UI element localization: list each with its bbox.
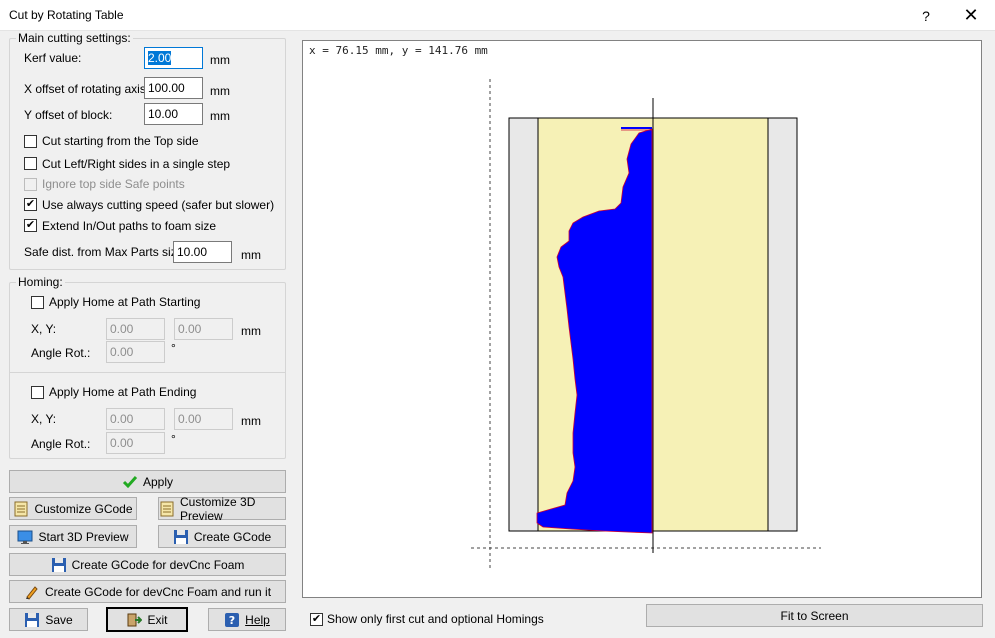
home-end-x-input[interactable]: 0.00	[106, 408, 165, 430]
safe-dist-unit: mm	[241, 248, 261, 262]
create-devcnc-button[interactable]: Create GCode for devCnc Foam	[9, 553, 286, 576]
main-settings-group	[9, 38, 286, 270]
customize-3d-button[interactable]: Customize 3D Preview	[158, 494, 286, 523]
home-end-xy-label: X, Y:	[31, 412, 57, 426]
cut-leftright-checkbox[interactable]	[24, 157, 37, 170]
cut-top-label: Cut starting from the Top side	[42, 134, 199, 148]
home-end-checkbox[interactable]	[31, 386, 44, 399]
homing-legend: Homing:	[16, 275, 65, 289]
window-title: Cut by Rotating Table	[9, 8, 124, 22]
floppy-icon	[173, 529, 188, 544]
kerf-unit: mm	[210, 53, 230, 67]
title-bar: Cut by Rotating Table ? ✕	[0, 0, 995, 31]
home-end-angle-label: Angle Rot.:	[31, 437, 91, 451]
extend-paths-checkbox[interactable]: ✔	[24, 219, 37, 232]
show-first-label: Show only first cut and optional Homings	[327, 612, 544, 626]
start-3d-button[interactable]: Start 3D Preview	[9, 525, 137, 548]
cutting-speed-label: Use always cutting speed (safer but slow…	[42, 198, 275, 212]
x-offset-unit: mm	[210, 84, 230, 98]
main-settings-legend: Main cutting settings:	[16, 31, 133, 45]
kerf-value: 2.00	[148, 51, 172, 65]
preview-canvas[interactable]: x = 76.15 mm, y = 141.76 mm	[302, 40, 982, 598]
create-gcode-label: Create GCode	[193, 529, 272, 544]
home-end-unit: mm	[241, 414, 261, 428]
homing-divider	[9, 372, 286, 373]
cut-preview-drawing	[471, 79, 821, 571]
home-start-unit: mm	[241, 324, 261, 338]
customize-gcode-label: Customize GCode	[34, 501, 133, 516]
kerf-input[interactable]: 2.00	[144, 47, 203, 69]
create-devcnc-label: Create GCode for devCnc Foam	[71, 557, 245, 572]
create-gcode-button[interactable]: Create GCode	[158, 525, 286, 548]
floppy-icon	[25, 612, 40, 627]
home-start-x-input[interactable]: 0.00	[106, 318, 165, 340]
home-end-y-input[interactable]: 0.00	[174, 408, 233, 430]
check-icon	[122, 475, 138, 488]
ignore-safe-checkbox[interactable]	[24, 178, 37, 191]
home-start-checkbox[interactable]	[31, 296, 44, 309]
x-offset-label: X offset of rotating axis:	[24, 82, 150, 96]
home-start-angle-input[interactable]: 0.00	[106, 341, 165, 363]
svg-text:?: ?	[229, 614, 235, 627]
help-label: Help	[245, 612, 270, 627]
close-button[interactable]: ✕	[948, 0, 994, 31]
pencil-icon	[25, 585, 38, 600]
y-offset-input[interactable]: 10.00	[144, 103, 203, 125]
cutting-speed-checkbox[interactable]: ✔	[24, 198, 37, 211]
home-end-angle-input[interactable]: 0.00	[106, 432, 165, 454]
kerf-label: Kerf value:	[24, 51, 82, 65]
create-devcnc-run-button[interactable]: Create GCode for devCnc Foam and run it	[9, 580, 286, 603]
customize-gcode-button[interactable]: Customize GCode	[9, 497, 137, 520]
safe-dist-input[interactable]: 10.00	[173, 241, 232, 263]
extend-paths-label: Extend In/Out paths to foam size	[42, 219, 217, 233]
monitor-icon	[17, 530, 33, 544]
apply-button[interactable]: Apply	[9, 470, 286, 493]
start-3d-label: Start 3D Preview	[38, 529, 129, 544]
exit-label: Exit	[147, 612, 168, 627]
save-label: Save	[45, 612, 73, 627]
home-end-label: Apply Home at Path Ending	[49, 385, 197, 399]
help-button[interactable]: ? Help	[208, 608, 286, 631]
help-title-button[interactable]: ?	[903, 0, 949, 31]
exit-button[interactable]: Exit	[106, 607, 188, 632]
home-end-angle-unit: °	[171, 432, 176, 446]
cut-leftright-label: Cut Left/Right sides in a single step	[42, 157, 231, 171]
safe-dist-label: Safe dist. from Max Parts size:	[24, 245, 187, 259]
home-start-label: Apply Home at Path Starting	[49, 295, 201, 309]
home-start-y-input[interactable]: 0.00	[174, 318, 233, 340]
y-offset-label: Y offset of block:	[24, 108, 113, 122]
cut-top-checkbox[interactable]	[24, 135, 37, 148]
help-icon: ?	[225, 612, 240, 627]
create-devcnc-run-label: Create GCode for devCnc Foam and run it	[44, 584, 272, 599]
x-offset-input[interactable]: 100.00	[144, 77, 203, 99]
show-first-checkbox[interactable]: ✔	[310, 613, 323, 626]
home-start-xy-label: X, Y:	[31, 322, 57, 336]
ignore-safe-label: Ignore top side Safe points	[42, 177, 185, 191]
floppy-icon	[51, 557, 66, 572]
fit-screen-button[interactable]: Fit to Screen	[646, 604, 983, 627]
y-offset-unit: mm	[210, 109, 230, 123]
exit-door-icon	[127, 613, 143, 626]
home-start-angle-unit: °	[171, 341, 176, 355]
notepad-icon	[160, 501, 174, 516]
notepad-icon	[14, 501, 28, 516]
home-start-angle-label: Angle Rot.:	[31, 346, 91, 360]
customize-3d-label: Customize 3D Preview	[180, 494, 256, 523]
save-button[interactable]: Save	[9, 608, 88, 631]
apply-label: Apply	[142, 474, 174, 489]
